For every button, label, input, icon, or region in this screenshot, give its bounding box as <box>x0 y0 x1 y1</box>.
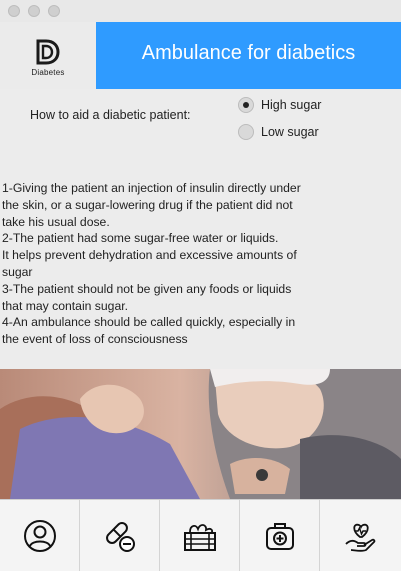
instruction-line: 1-Giving the patient an injection of ins… <box>2 181 301 195</box>
instruction-line: 2-The patient had some sugar-free water … <box>2 231 279 246</box>
window-titlebar <box>0 0 401 23</box>
radio-low-sugar-circle[interactable] <box>238 124 254 140</box>
food-crate-icon <box>183 523 216 551</box>
radio-low-sugar-label: Low sugar <box>261 125 319 139</box>
instruction-line: the skin, or a sugar-lowering drug if th… <box>2 197 293 212</box>
heart-hand-icon <box>344 523 375 552</box>
instructions-text: 1-Giving the patient an injection of ins… <box>2 180 312 348</box>
instruction-line: sugar <box>2 264 33 279</box>
app-header: Diabetes Ambulance for diabetics <box>0 22 401 89</box>
close-window-button[interactable] <box>8 5 20 17</box>
instruction-line: 4-An ambulance should be called quickly,… <box>2 315 296 330</box>
tab-first-aid[interactable] <box>240 500 320 571</box>
tab-care[interactable] <box>320 500 399 571</box>
user-icon <box>23 519 56 552</box>
tab-medication[interactable] <box>80 500 160 571</box>
radio-low-sugar[interactable]: Low sugar <box>238 123 319 141</box>
minimize-window-button[interactable] <box>28 5 40 17</box>
diabetes-logo-icon <box>36 39 60 65</box>
title-banner: Ambulance for diabetics <box>96 22 401 89</box>
instruction-line: the event of loss of consciousness <box>2 332 188 347</box>
question-label: How to aid a diabetic patient: <box>30 108 191 122</box>
tab-profile[interactable] <box>0 500 80 571</box>
bottom-tab-bar <box>0 499 401 571</box>
tab-food[interactable] <box>160 500 240 571</box>
radio-high-sugar-label: High sugar <box>261 98 322 112</box>
caregiver-photo <box>0 369 401 499</box>
pills-icon <box>105 521 135 552</box>
page-title: Ambulance for diabetics <box>141 42 356 64</box>
instruction-line: 3-The patient should not be given any fo… <box>2 281 292 296</box>
logo: Diabetes <box>0 22 96 89</box>
instruction-line: take his usual dose. <box>2 214 110 229</box>
radio-high-sugar-circle[interactable] <box>238 97 254 113</box>
medical-kit-icon <box>265 522 294 550</box>
instruction-line: It helps prevent dehydration and excessi… <box>2 248 297 263</box>
logo-text: Diabetes <box>31 68 65 77</box>
zoom-window-button[interactable] <box>48 5 60 17</box>
instruction-line: that may contain sugar. <box>2 298 129 313</box>
radio-high-sugar[interactable]: High sugar <box>238 96 321 114</box>
